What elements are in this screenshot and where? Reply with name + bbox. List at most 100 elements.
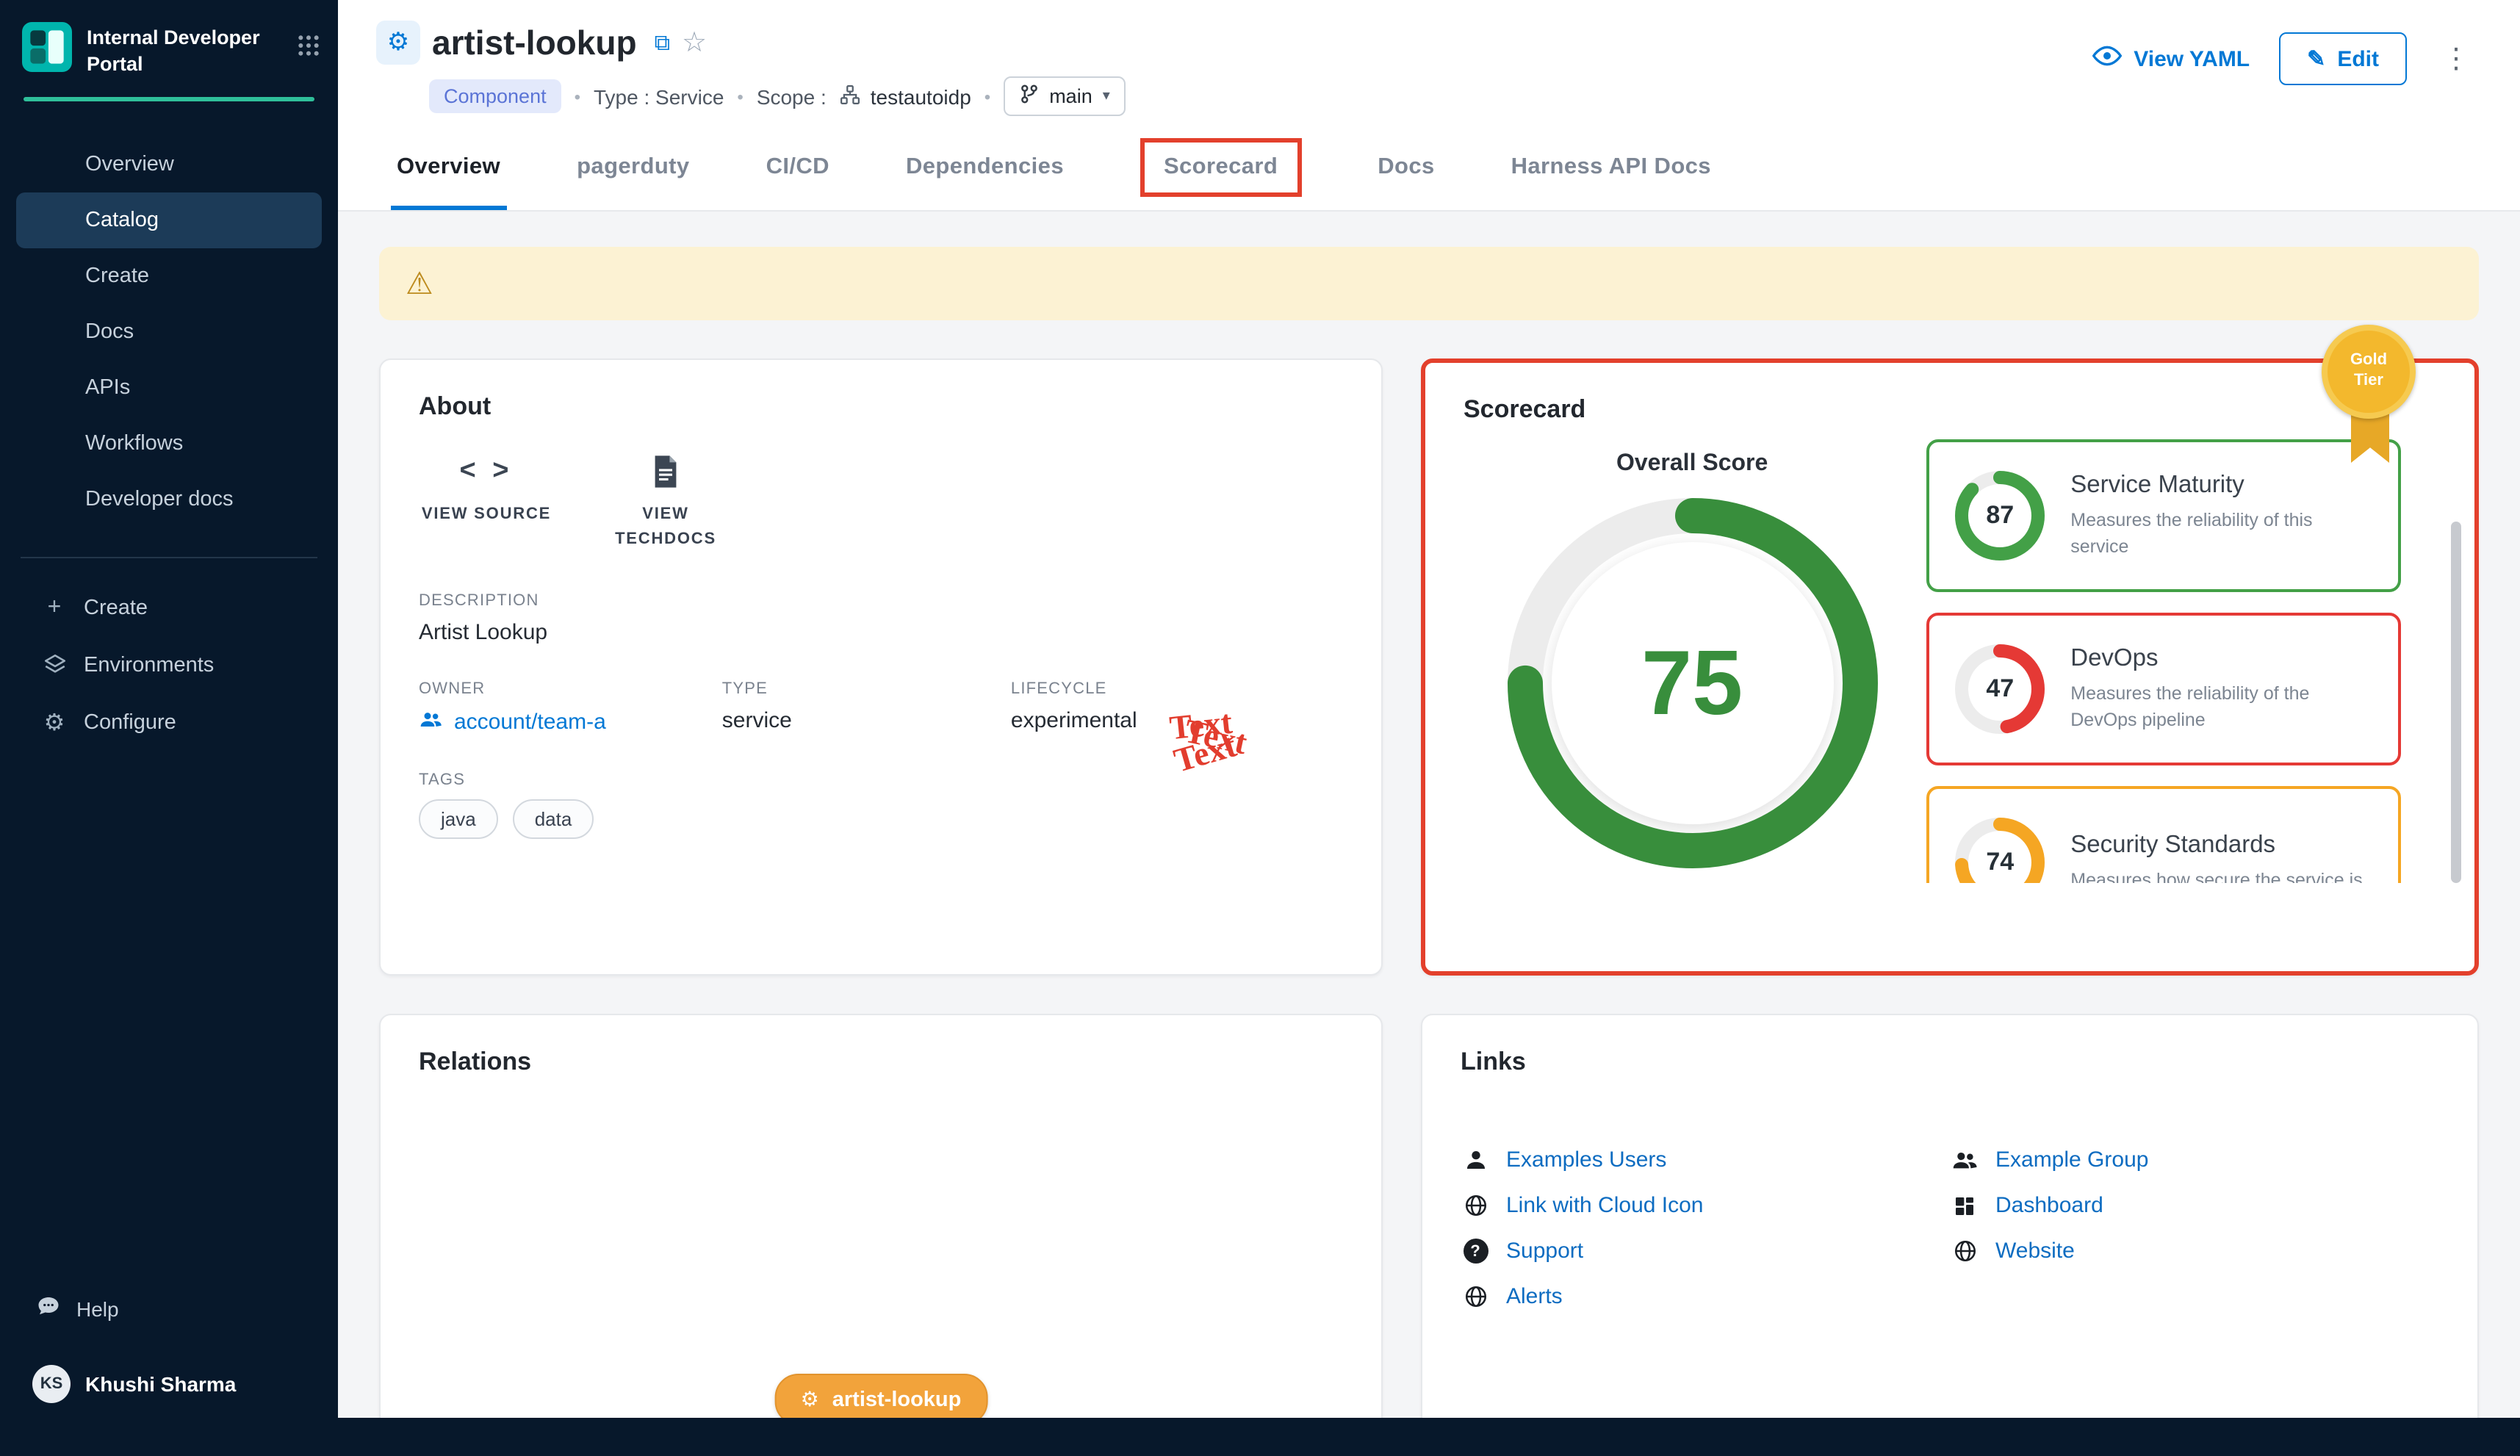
copy-icon[interactable]: ⧉	[655, 30, 670, 55]
scorecard-item-security-standards[interactable]: 74 Security Standards Measures how secur…	[1926, 786, 2401, 883]
sidebar-item-catalog[interactable]: Catalog	[16, 192, 322, 248]
sidebar-item-overview[interactable]: Overview	[0, 137, 338, 192]
scorecard-list: 87 Service Maturity Measures the reliabi…	[1920, 428, 2436, 883]
description-value: Artist Lookup	[419, 620, 1343, 645]
meta-dot: •	[737, 86, 743, 107]
tab-cicd[interactable]: CI/CD	[728, 125, 868, 210]
tab-harness-api-docs[interactable]: Harness API Docs	[1473, 125, 1749, 210]
brand: Internal Developer Portal	[0, 0, 338, 91]
scorecard-item-devops[interactable]: 47 DevOps Measures the reliability of th…	[1926, 613, 2401, 765]
about-card: About < > VIEW SOURCE VIEW TECHDOCS	[379, 358, 1383, 976]
score-description: Measures how secure the service is	[2070, 868, 2362, 884]
user-menu[interactable]: KS Khushi Sharma	[0, 1365, 338, 1403]
sidebar-secondary-nav: + Create Environments ⚙ Configure	[0, 579, 338, 751]
score-description: Measures the reliability of this service	[2070, 508, 2375, 560]
description-label: DESCRIPTION	[419, 592, 1343, 610]
link-example-group[interactable]: Example Group	[1950, 1147, 2439, 1172]
favorite-star-icon[interactable]: ☆	[682, 26, 707, 60]
tab-pagerduty[interactable]: pagerduty	[539, 125, 727, 210]
relations-title: Relations	[419, 1048, 1343, 1077]
tab-overview[interactable]: Overview	[359, 125, 539, 210]
branch-selector[interactable]: main ▾	[1004, 76, 1126, 116]
link-cloud-icon[interactable]: Link with Cloud Icon	[1461, 1193, 1950, 1218]
score-value: 47	[1953, 642, 2047, 736]
sidebar-create-button[interactable]: + Create	[0, 579, 338, 636]
gear-icon: ⚙	[801, 1387, 819, 1412]
sidebar: Internal Developer Portal Overview Catal…	[0, 0, 338, 1456]
about-actions: < > VIEW SOURCE VIEW TECHDOCS	[419, 454, 1343, 551]
link-dashboard[interactable]: Dashboard	[1950, 1193, 2439, 1218]
brand-title: Internal Developer Portal	[87, 22, 282, 76]
group-icon	[419, 708, 444, 736]
more-options-icon[interactable]: ⋮	[2436, 42, 2476, 76]
content-area: ⚠ About < > VIEW SOURCE	[338, 212, 2520, 1456]
relations-node-label: artist-lookup	[832, 1388, 962, 1411]
scope-label: Scope :	[757, 84, 827, 108]
tag-java[interactable]: java	[419, 799, 498, 839]
plus-icon: +	[41, 594, 68, 621]
entity-header: ⚙ artist-lookup ⧉ ☆ Component • Type : S…	[338, 0, 2520, 125]
tab-scorecard[interactable]: Scorecard	[1102, 125, 1339, 210]
group-icon	[1950, 1147, 1979, 1172]
sidebar-item-environments[interactable]: Environments	[0, 636, 338, 693]
warning-banner: ⚠	[379, 247, 2479, 320]
sidebar-nav: Overview Catalog Create Docs APIs Workfl…	[0, 110, 338, 527]
overall-score-label: Overall Score	[1616, 451, 1768, 477]
edit-label: Edit	[2337, 46, 2379, 71]
link-alerts[interactable]: Alerts	[1461, 1284, 1950, 1309]
tab-dependencies[interactable]: Dependencies	[868, 125, 1102, 210]
sidebar-item-configure[interactable]: ⚙ Configure	[0, 693, 338, 751]
scope-chip[interactable]: testautoidp	[840, 83, 971, 109]
sidebar-item-workflows[interactable]: Workflows	[0, 416, 338, 472]
sidebar-item-create[interactable]: Create	[0, 248, 338, 304]
view-source-label: VIEW SOURCE	[422, 502, 551, 527]
owner-field: OWNER account/team-a	[419, 680, 722, 736]
main-area: ⚙ artist-lookup ⧉ ☆ Component • Type : S…	[338, 0, 2520, 1456]
owner-link[interactable]: account/team-a	[419, 708, 722, 736]
score-gauge: 87	[1953, 469, 2047, 563]
help-button[interactable]: Help	[0, 1293, 338, 1324]
tab-scorecard-label: Scorecard	[1164, 154, 1278, 179]
scope-value: testautoidp	[871, 84, 971, 108]
sidebar-item-docs[interactable]: Docs	[0, 304, 338, 360]
view-yaml-label: View YAML	[2134, 46, 2250, 71]
entity-gear-icon: ⚙	[376, 21, 420, 65]
links-column-2: Example Group Dashboard	[1950, 1147, 2439, 1309]
sidebar-configure-label: Configure	[84, 710, 176, 734]
scope-hierarchy-icon	[840, 83, 862, 109]
gear-icon: ⚙	[41, 707, 68, 737]
tag-data[interactable]: data	[513, 799, 594, 839]
app-switcher-icon[interactable]	[297, 22, 320, 65]
scorecard-card: Scorecard Gold Tier Overall Score	[1421, 358, 2479, 976]
type-value: service	[722, 708, 1011, 733]
tab-docs[interactable]: Docs	[1339, 125, 1472, 210]
link-support[interactable]: ? Support	[1461, 1239, 1950, 1264]
score-description: Measures the reliability of the DevOps p…	[2070, 682, 2375, 733]
branch-icon	[1020, 84, 1039, 109]
owner-value: account/team-a	[454, 710, 606, 735]
sidebar-item-developer-docs[interactable]: Developer docs	[0, 472, 338, 527]
avatar: KS	[32, 1365, 71, 1403]
owner-label: OWNER	[419, 680, 722, 698]
user-icon	[1461, 1147, 1490, 1172]
view-techdocs-button[interactable]: VIEW TECHDOCS	[598, 454, 733, 551]
brand-accent-divider	[24, 97, 314, 101]
sidebar-item-apis[interactable]: APIs	[0, 360, 338, 416]
links-title: Links	[1461, 1048, 2439, 1077]
scorecard-scrollbar[interactable]	[2451, 522, 2461, 883]
kind-badge: Component	[429, 79, 561, 113]
edit-button[interactable]: ✎ Edit	[2279, 32, 2407, 85]
annotation-box-scorecard-tab: Scorecard	[1140, 138, 1301, 197]
view-yaml-button[interactable]: View YAML	[2092, 44, 2250, 73]
overall-score-gauge: 75	[1507, 498, 1877, 868]
app-window: Internal Developer Portal Overview Catal…	[0, 0, 2520, 1456]
warning-icon: ⚠	[406, 265, 433, 302]
sidebar-create-label: Create	[84, 596, 148, 619]
link-examples-users[interactable]: Examples Users	[1461, 1147, 1950, 1172]
view-source-button[interactable]: < > VIEW SOURCE	[419, 454, 554, 551]
code-icon: < >	[460, 454, 514, 489]
score-gauge: 47	[1953, 642, 2047, 736]
portal-logo	[22, 22, 72, 79]
user-name: Khushi Sharma	[85, 1372, 236, 1396]
link-website[interactable]: Website	[1950, 1239, 2439, 1264]
